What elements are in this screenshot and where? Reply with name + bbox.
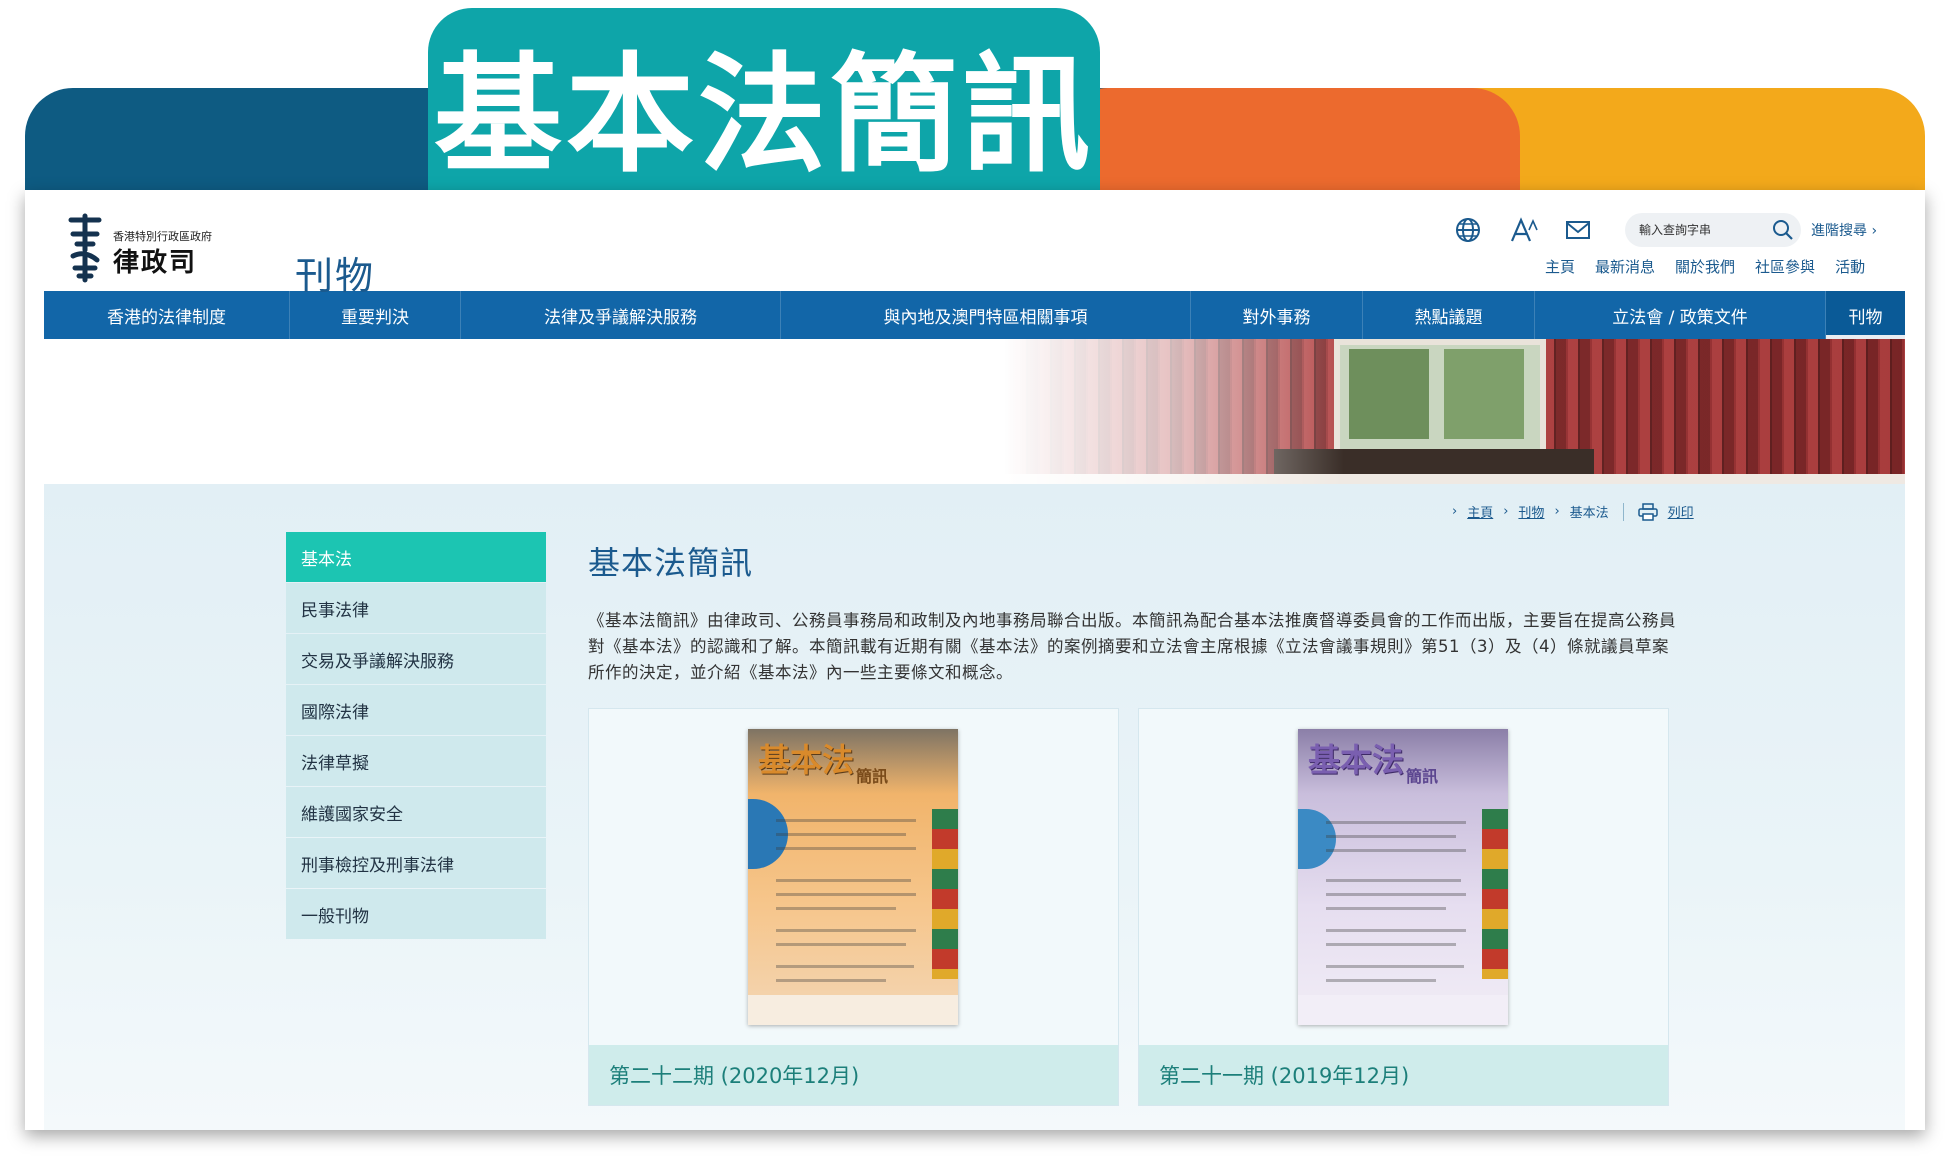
publication-cover-image[interactable]: 基本法 簡訊 <box>1298 729 1508 1025</box>
nav-item-legal-system[interactable]: 香港的法律制度 <box>44 291 290 339</box>
sidebar-menu: 基本法 民事法律 交易及爭議解決服務 國際法律 法律草擬 維護國家安全 刑事檢控… <box>286 532 546 940</box>
breadcrumb-publications[interactable]: 刊物 <box>1518 502 1544 521</box>
page-window: 香港特別行政區政府 律政司 進階搜尋 › 主頁 最新消息 關於我們 社區參與 活… <box>25 190 1925 1130</box>
breadcrumb-home[interactable]: 主頁 <box>1467 502 1493 521</box>
banner-title: 基本法簡訊 <box>433 40 1094 190</box>
quick-links: 主頁 最新消息 關於我們 社區參與 活動 <box>1545 256 1865 277</box>
search-input[interactable] <box>1639 213 1769 247</box>
sidebar-item-international-law[interactable]: 國際法律 <box>286 685 546 735</box>
page-title: 刊物 <box>295 254 376 298</box>
print-icon[interactable] <box>1637 502 1658 521</box>
nav-item-legco[interactable]: 立法會 / 政策文件 <box>1535 291 1826 339</box>
quick-link-news[interactable]: 最新消息 <box>1595 256 1655 277</box>
sidebar-item-civil-law[interactable]: 民事法律 <box>286 583 546 633</box>
quick-link-community[interactable]: 社區參與 <box>1755 256 1815 277</box>
publication-cover-image[interactable]: 基本法 簡訊 <box>748 729 958 1025</box>
sidebar-item-prosecutions[interactable]: 刑事檢控及刑事法律 <box>286 838 546 888</box>
advanced-search-link[interactable]: 進階搜尋 › <box>1811 220 1877 240</box>
breadcrumb: › 主頁 › 刊物 › 基本法 列印 <box>1452 502 1694 521</box>
intro-paragraph: 《基本法簡訊》由律政司、公務員事務局和政制及內地事務局聯合出版。本簡訊為配合基本… <box>588 611 1676 682</box>
search-icon[interactable] <box>1769 216 1797 244</box>
nav-item-mainland-macao[interactable]: 與內地及澳門特區相關事項 <box>781 291 1191 339</box>
publication-caption[interactable]: 第二十一期 (2019年12月) <box>1139 1045 1668 1105</box>
search-box <box>1625 213 1801 247</box>
print-link[interactable]: 列印 <box>1668 502 1694 521</box>
nav-item-legal-services[interactable]: 法律及爭議解決服務 <box>461 291 781 339</box>
content-area: › 主頁 › 刊物 › 基本法 列印 基本法 民事法律 交易及爭議解決服務 國際… <box>44 484 1905 1130</box>
org-name: 律政司 <box>113 248 198 278</box>
hero-banner <box>44 339 1905 484</box>
nav-item-hot-topics[interactable]: 熱點議題 <box>1363 291 1535 339</box>
breadcrumb-current: 基本法 <box>1569 506 1609 521</box>
quick-link-home[interactable]: 主頁 <box>1545 256 1575 277</box>
sidebar-item-basic-law[interactable]: 基本法 <box>286 532 546 582</box>
quick-link-about[interactable]: 關於我們 <box>1675 256 1735 277</box>
sidebar-item-national-security[interactable]: 維護國家安全 <box>286 787 546 837</box>
sidebar-item-dispute-resolution[interactable]: 交易及爭議解決服務 <box>286 634 546 684</box>
mail-icon[interactable] <box>1562 214 1594 246</box>
publication-card[interactable]: 基本法 簡訊 第二十二期 (2020年12月) <box>588 708 1119 1106</box>
section-title: 基本法簡訊 <box>588 544 754 582</box>
sidebar-item-law-drafting[interactable]: 法律草擬 <box>286 736 546 786</box>
quick-link-events[interactable]: 活動 <box>1835 256 1865 277</box>
doj-logo-icon <box>65 212 105 283</box>
publication-card[interactable]: 基本法 簡訊 第二十一期 (2019年12月) <box>1138 708 1669 1106</box>
globe-icon[interactable] <box>1452 214 1484 246</box>
publication-caption[interactable]: 第二十二期 (2020年12月) <box>589 1045 1118 1105</box>
sidebar-item-general-publications[interactable]: 一般刊物 <box>286 889 546 939</box>
font-size-icon[interactable] <box>1507 214 1539 246</box>
nav-item-publications[interactable]: 刊物 <box>1826 291 1905 339</box>
nav-item-external-affairs[interactable]: 對外事務 <box>1191 291 1363 339</box>
